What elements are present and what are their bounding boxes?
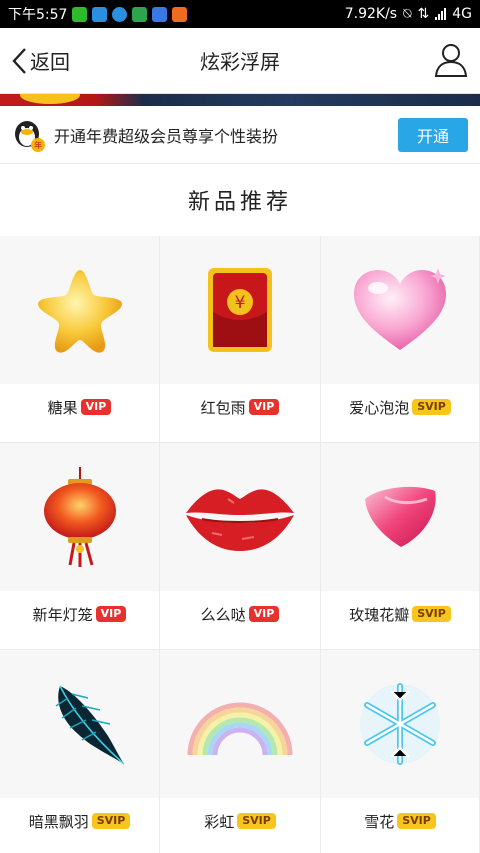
svip-badge: SVIP — [91, 813, 131, 829]
wechat-icon — [72, 6, 88, 22]
item-name: 爱心泡泡 — [349, 398, 410, 417]
item-name: 新年灯笼 — [32, 605, 93, 624]
browser-icon — [112, 6, 128, 22]
penguin-icon: 年 — [15, 120, 45, 152]
back-label: 返回 — [30, 50, 70, 74]
open-vip-button[interactable]: 开通 — [398, 117, 468, 152]
svip-badge: SVIP — [412, 606, 451, 622]
svip-badge: SVIP — [237, 813, 276, 829]
effect-item[interactable]: 彩虹 SVIP — [160, 650, 321, 853]
rose-petal-icon — [365, 486, 436, 547]
notification-icon — [92, 6, 108, 22]
status-speed: 7.92K/s — [344, 6, 398, 22]
back-button[interactable]: 返回 — [0, 28, 70, 93]
promo-banner[interactable] — [0, 94, 480, 106]
svip-badge: SVIP — [412, 399, 451, 415]
vip-badge: VIP — [248, 606, 280, 622]
vip-promo-bar: 年 开通年费超级会员尊享个性装扮 开通 — [0, 106, 480, 164]
effect-item[interactable]: 爱心泡泡 SVIP — [321, 236, 480, 443]
feather-icon — [55, 685, 124, 765]
vip-badge: VIP — [80, 399, 112, 415]
heart-bubble-icon — [354, 268, 446, 350]
effect-item[interactable]: 玫瑰花瓣 SVIP — [321, 443, 480, 650]
page-title: 炫彩浮屏 — [200, 50, 280, 74]
item-name: 糖果 — [47, 398, 78, 417]
effects-grid: 糖果 VIP ¥ 红包雨 VIP 爱心泡泡 SVIP 新年灯笼 VIP 么么哒 … — [0, 236, 480, 853]
play-icon — [132, 6, 148, 22]
gallery-icon — [152, 6, 168, 22]
user-icon[interactable] — [434, 42, 468, 78]
status-network: 4G — [452, 6, 472, 22]
section-title: 新品推荐 — [0, 164, 480, 236]
svip-badge: SVIP — [397, 813, 436, 829]
snowflake-icon — [360, 683, 440, 765]
rainbow-icon — [187, 702, 293, 756]
vip-badge: VIP — [95, 606, 127, 622]
effect-item[interactable]: 新年灯笼 VIP — [0, 443, 160, 650]
status-bar: 下午5:57 7.92K/s ⍉ ⇅ 4G — [0, 0, 480, 28]
vip-badge: VIP — [248, 399, 280, 415]
nav-bar: 返回 炫彩浮屏 — [0, 28, 480, 94]
effect-item[interactable]: ¥ 红包雨 VIP — [160, 236, 321, 443]
svg-text:¥: ¥ — [235, 293, 246, 313]
effect-item[interactable]: 么么哒 VIP — [160, 443, 321, 650]
chevron-left-icon — [12, 47, 26, 74]
vip-promo-text: 开通年费超级会员尊享个性装扮 — [54, 126, 279, 146]
lantern-icon — [43, 467, 116, 567]
item-name: 暗黑飘羽 — [28, 812, 89, 831]
video-icon — [172, 6, 188, 22]
star-candy-icon — [37, 270, 122, 353]
effect-item[interactable]: 暗黑飘羽 SVIP — [0, 650, 160, 853]
effect-item[interactable]: 雪花 SVIP — [321, 650, 480, 853]
item-name: 么么哒 — [200, 605, 246, 624]
status-time: 下午5:57 — [8, 7, 68, 23]
item-name: 红包雨 — [200, 398, 246, 417]
item-name: 彩虹 — [204, 812, 235, 831]
lips-icon — [186, 489, 294, 551]
item-name: 玫瑰花瓣 — [349, 605, 410, 624]
svg-text:年: 年 — [34, 140, 42, 150]
signal-icon — [435, 8, 447, 20]
effect-item[interactable]: 糖果 VIP — [0, 236, 160, 443]
data-arrows-icon: ⇅ — [417, 6, 430, 22]
mute-icon: ⍉ — [403, 6, 412, 22]
item-name: 雪花 — [364, 812, 395, 831]
red-envelope-icon: ¥ — [208, 268, 272, 352]
